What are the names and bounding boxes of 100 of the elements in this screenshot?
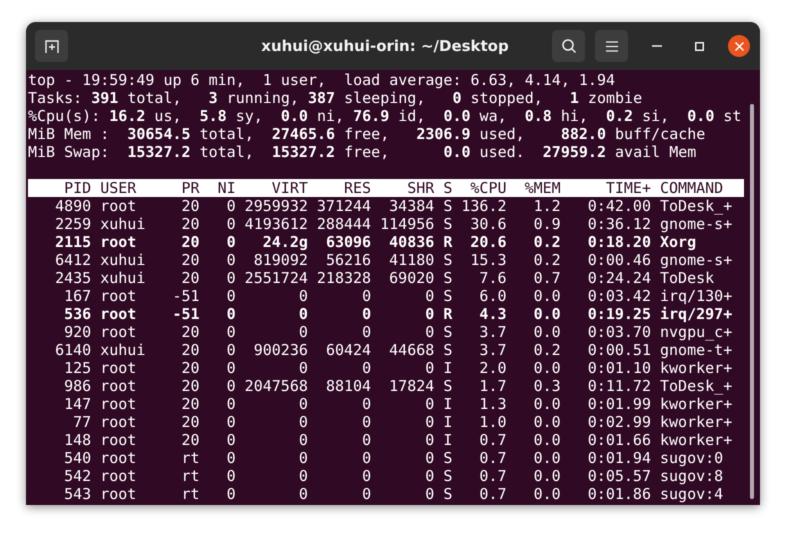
table-cell-text: 0 <box>298 485 308 503</box>
table-cell-text: S <box>442 269 452 287</box>
table-cell: -51 <box>172 287 200 305</box>
table-cell-text: 20 <box>180 377 200 395</box>
table-cell-text: S <box>442 215 452 233</box>
table-cell-text: I <box>442 395 452 413</box>
scrollbar[interactable] <box>750 104 754 499</box>
new-tab-button[interactable] <box>35 30 68 62</box>
table-cell-text: S <box>442 323 452 341</box>
table-cell-text: 40836 <box>388 233 434 251</box>
table-cell-text: 44668 <box>388 341 434 359</box>
table-cell-text: ToDesk_+ <box>659 377 734 395</box>
table-cell-text: 0 <box>424 413 434 431</box>
table-cell-text: 0 <box>226 431 236 449</box>
table-cell-text: 69020 <box>388 269 434 287</box>
close-button[interactable] <box>728 35 750 57</box>
table-cell-text: xuhui <box>99 215 146 233</box>
table-cell-text: 0 <box>424 431 434 449</box>
table-cell-text: 20 <box>180 413 200 431</box>
table-cell-text: 0 <box>424 467 434 485</box>
table-cell-text: 20.6 <box>469 233 507 251</box>
table-cell-text: 20 <box>180 359 200 377</box>
table-cell-text: 0.0 <box>532 305 561 323</box>
column-header: S <box>442 179 452 197</box>
table-cell-text: 0.0 <box>532 449 561 467</box>
table-cell-text: 371244 <box>316 197 372 215</box>
table-cell-text: 0 <box>361 485 372 503</box>
table-cell-text: root <box>99 233 138 251</box>
table-cell-text: 0 <box>226 269 236 287</box>
table-cell-text: 0 <box>361 467 372 485</box>
summary-line: MiB Mem : 30654.5 total, 27465.6 free, 2306.9 used, 882.0 buff/cache <box>28 125 706 143</box>
table-cell-text: 0.2 <box>532 233 561 251</box>
table-cell-text: 3.7 <box>478 323 507 341</box>
table-cell-text: 114956 <box>379 215 434 233</box>
search-icon <box>560 38 576 54</box>
table-cell-text: 0:36.12 <box>586 215 651 233</box>
table-cell-text: 540 <box>63 449 92 467</box>
table-cell-text: 0 <box>298 449 308 467</box>
table-cell-text: R <box>442 305 452 323</box>
table-cell-text: I <box>442 413 452 431</box>
table-cell-text: 0:19.25 <box>586 305 651 323</box>
table-cell-text: 6412 <box>54 251 92 269</box>
table-cell-text: 0 <box>298 467 308 485</box>
table-cell-text: 0 <box>226 485 236 503</box>
table-cell-text: 543 <box>63 485 92 503</box>
table-cell-text: root <box>99 413 138 431</box>
table-cell-text: root <box>99 485 138 503</box>
menu-button[interactable] <box>595 30 628 62</box>
table-cell-text: 0 <box>226 395 236 413</box>
table-cell-text: 2959932 <box>244 197 308 215</box>
close-icon <box>734 42 744 50</box>
column-header: USER <box>99 179 138 197</box>
table-cell-text: 0.7 <box>478 467 507 485</box>
table-cell-text: 0 <box>361 431 372 449</box>
table-cell-text: 2115 <box>54 233 92 251</box>
table-cell-text: 20 <box>180 251 200 269</box>
table-cell-text: 0:05.57 <box>586 467 651 485</box>
table-cell-text: 1.0 <box>478 413 507 431</box>
table-cell-text: 819092 <box>252 251 308 269</box>
column-header: NI <box>216 179 236 197</box>
table-cell-text: 0 <box>298 323 308 341</box>
table-cell-text: 0 <box>361 449 372 467</box>
table-cell-text: 0 <box>226 305 236 323</box>
table-cell-text: S <box>442 251 452 269</box>
table-cell-text: 20 <box>180 197 200 215</box>
column-header: PR <box>180 179 200 197</box>
table-cell-text: 20 <box>180 431 200 449</box>
table-cell-text: 0 <box>226 377 236 395</box>
table-cell-text: xuhui <box>99 341 146 359</box>
table-cell-text: 0 <box>226 323 236 341</box>
table-cell-text: 4890 <box>54 197 92 215</box>
column-header: TIME+ <box>604 179 651 197</box>
table-cell-text: 2.0 <box>478 359 507 377</box>
table-cell-text: 3.7 <box>478 341 507 359</box>
table-cell-text: 88104 <box>324 377 372 395</box>
summary-line: MiB Swap: 15327.2 total, 15327.2 free, 0.0 used. 27959.2 avail Mem <box>28 143 698 161</box>
table-cell-text: 0.9 <box>532 215 561 233</box>
table-cell-text: 0 <box>226 341 236 359</box>
menu-icon <box>606 40 618 52</box>
table-cell-text: 536 <box>63 305 92 323</box>
table-cell-text: S <box>442 377 452 395</box>
table-cell-text: 920 <box>63 323 92 341</box>
table-cell-text: 20 <box>180 233 200 251</box>
table-cell-text: 20 <box>180 215 200 233</box>
table-cell-text: 0.7 <box>478 431 507 449</box>
table-cell-text: 0 <box>298 431 308 449</box>
search-button[interactable] <box>552 30 585 62</box>
table-cell-text: root <box>99 467 138 485</box>
table-cell-text: 136.2 <box>460 197 507 215</box>
table-cell-text: sugov:8 <box>659 467 724 485</box>
table-cell-text: S <box>442 287 452 305</box>
table-cell-text: root <box>99 305 138 323</box>
minimize-icon <box>652 45 662 47</box>
table-cell-text: 288444 <box>316 215 372 233</box>
summary-line: %Cpu(s): 16.2 us, 5.8 sy, 0.0 ni, 76.9 id, 0.0 wa, 0.8 hi, 0.2 si, 0.0 st <box>28 107 742 125</box>
table-cell-text: 218328 <box>316 269 372 287</box>
table-cell-text: root <box>99 395 138 413</box>
table-cell-text: 0.0 <box>532 431 561 449</box>
table-cell-text: kworker+ <box>659 431 734 449</box>
table-cell-text: kworker+ <box>659 413 734 431</box>
